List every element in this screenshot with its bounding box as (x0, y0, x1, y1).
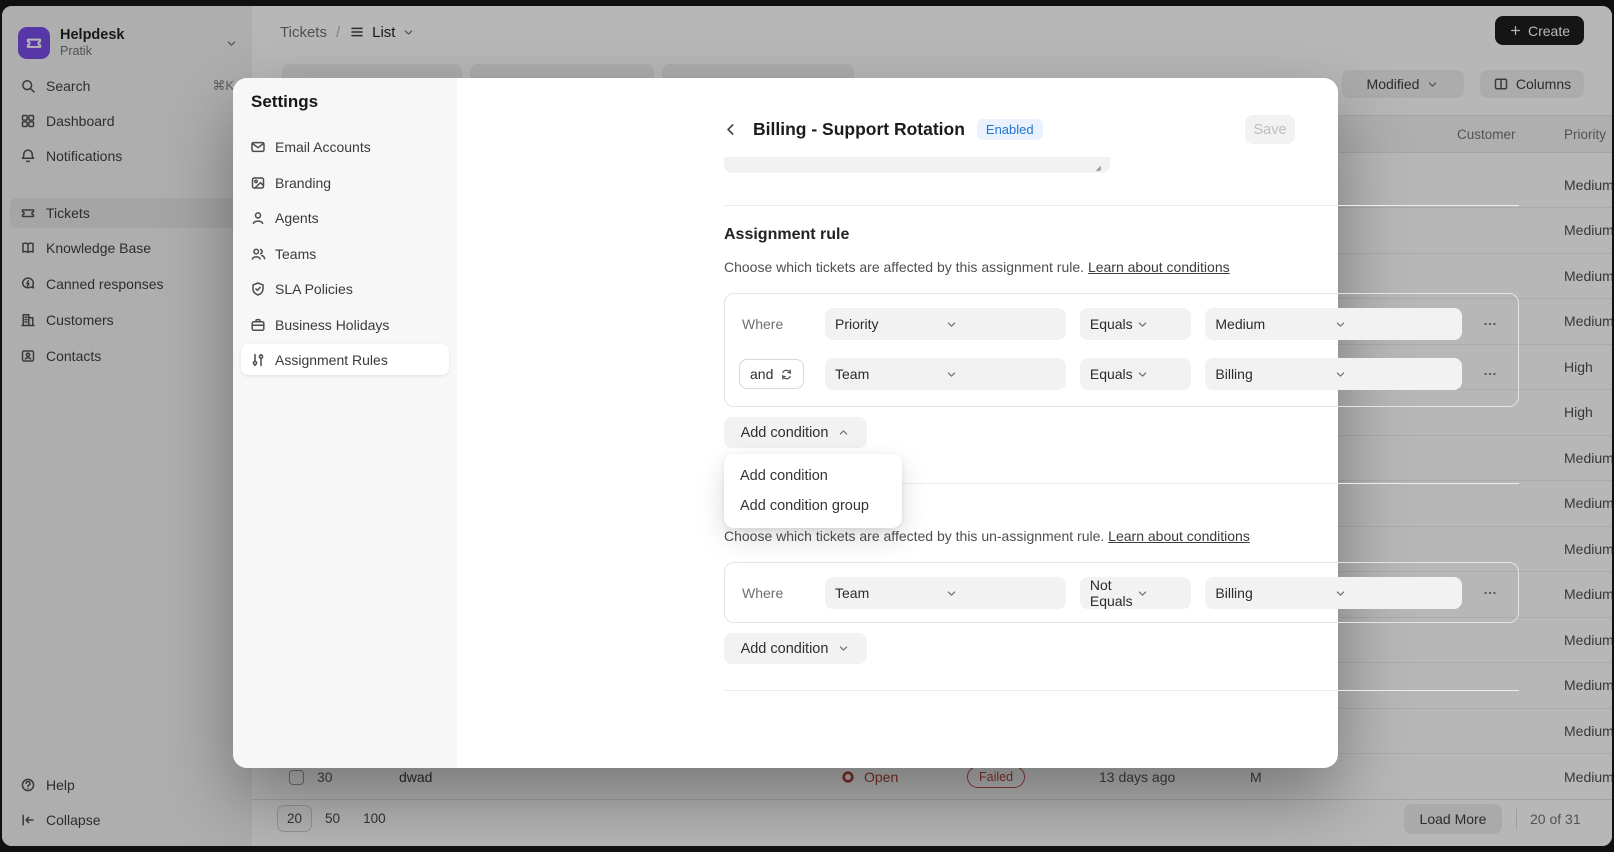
assignment-rules-icon (250, 352, 266, 368)
resize-handle-icon[interactable] (1090, 160, 1103, 173)
settings-nav-sla-policies[interactable]: SLA Policies (241, 273, 449, 304)
learn-about-conditions-link[interactable]: Learn about conditions (1088, 259, 1230, 275)
conjunction-label: and (750, 366, 773, 382)
value-select[interactable]: Billing (1205, 358, 1462, 390)
chevron-down-icon (1334, 587, 1452, 600)
value-select[interactable]: Billing (1205, 577, 1462, 609)
chevron-down-icon (1334, 368, 1452, 381)
chevron-down-icon (1334, 318, 1452, 331)
settings-modal: Settings Email Accounts Branding Agents … (233, 78, 1338, 768)
chevron-left-icon (721, 120, 740, 139)
chevron-down-icon (1136, 587, 1182, 600)
settings-nav-branding[interactable]: Branding (241, 167, 449, 198)
settings-nav-label: Branding (275, 175, 331, 191)
settings-nav-label: Email Accounts (275, 139, 371, 155)
field-select[interactable]: Priority (825, 308, 1066, 340)
operator-select[interactable]: Equals (1080, 308, 1192, 340)
add-condition-button[interactable]: Add condition (724, 417, 867, 448)
settings-nav-panel: Settings Email Accounts Branding Agents … (233, 78, 457, 768)
dots-h-icon (1482, 316, 1498, 332)
chevron-down-icon (945, 587, 1055, 600)
screen: Helpdesk Pratik Search ⌘K Dashboard Noti… (0, 0, 1614, 852)
image-icon (250, 175, 266, 191)
chevron-down-icon (945, 318, 1055, 331)
condition-row: and Team Equals Billing (739, 358, 1504, 390)
condition-lead: Where (739, 316, 811, 332)
section-divider (724, 690, 1519, 691)
field-select[interactable]: Team (825, 577, 1066, 609)
dots-h-icon (1482, 366, 1498, 382)
operator-select[interactable]: Equals (1080, 358, 1192, 390)
condition-row: Where Team Not Equals Billing (739, 577, 1504, 609)
value-select[interactable]: Medium (1205, 308, 1462, 340)
dropdown-item-add-condition-group[interactable]: Add condition group (731, 491, 895, 521)
chevron-down-icon (1136, 368, 1182, 381)
condition-more-button[interactable] (1476, 310, 1504, 338)
condition-more-button[interactable] (1476, 360, 1504, 388)
section-divider (724, 205, 1519, 206)
description-textarea[interactable] (724, 157, 1110, 173)
assignment-rule-detail: Billing - Support Rotation Enabled Save … (457, 78, 1338, 768)
condition-lead: Where (739, 585, 811, 601)
settings-nav-business-holidays[interactable]: Business Holidays (241, 309, 449, 340)
enabled-badge: Enabled (977, 119, 1043, 140)
users-icon (250, 246, 266, 262)
condition-lead: and (739, 359, 811, 389)
settings-nav-label: Assignment Rules (275, 352, 388, 368)
repeat-icon (780, 368, 793, 381)
description-text: Choose which tickets are affected by thi… (724, 259, 1084, 275)
learn-about-conditions-link[interactable]: Learn about conditions (1108, 528, 1250, 544)
user-icon (250, 210, 266, 226)
settings-nav-teams[interactable]: Teams (241, 238, 449, 269)
settings-nav-agents[interactable]: Agents (241, 202, 449, 233)
detail-header: Billing - Support Rotation Enabled (719, 114, 1043, 144)
assignment-rule-heading: Assignment rule (724, 226, 849, 244)
settings-nav-label: Teams (275, 246, 316, 262)
unassignment-rule-description: Choose which tickets are affected by thi… (724, 528, 1250, 544)
operator-select[interactable]: Not Equals (1080, 577, 1192, 609)
unassignment-conditions-box: Where Team Not Equals Billing (724, 562, 1519, 623)
condition-lead-label: Where (739, 316, 783, 332)
assignment-rule-description: Choose which tickets are affected by thi… (724, 259, 1230, 275)
condition-row: Where Priority Equals Medium (739, 308, 1504, 340)
app-window: Helpdesk Pratik Search ⌘K Dashboard Noti… (2, 6, 1612, 846)
dots-h-icon (1482, 585, 1498, 601)
chevron-down-icon (945, 368, 1055, 381)
settings-nav-label: SLA Policies (275, 281, 353, 297)
chevron-down-icon (837, 642, 850, 655)
settings-nav-label: Agents (275, 210, 319, 226)
settings-title: Settings (251, 92, 318, 112)
briefcase-icon (250, 317, 266, 333)
assignment-conditions-box: Where Priority Equals Medium and Team Eq… (724, 293, 1519, 407)
add-condition-label: Add condition (741, 641, 829, 657)
rule-title: Billing - Support Rotation (753, 119, 965, 140)
condition-more-button[interactable] (1476, 579, 1504, 607)
conjunction-toggle[interactable]: and (739, 359, 804, 389)
condition-lead-label: Where (739, 585, 783, 601)
shield-check-icon (250, 281, 266, 297)
chevron-up-icon (837, 426, 850, 439)
description-text: Choose which tickets are affected by thi… (724, 528, 1104, 544)
add-condition-label: Add condition (741, 425, 829, 441)
settings-nav-email-accounts[interactable]: Email Accounts (241, 131, 449, 162)
settings-nav-assignment-rules[interactable]: Assignment Rules (241, 344, 449, 375)
settings-nav-label: Business Holidays (275, 317, 389, 333)
save-button[interactable]: Save (1245, 115, 1295, 144)
mail-icon (250, 139, 266, 155)
field-select[interactable]: Team (825, 358, 1066, 390)
dropdown-item-add-condition[interactable]: Add condition (731, 461, 895, 491)
add-condition-dropdown: Add conditionAdd condition group (724, 454, 902, 528)
add-condition-button[interactable]: Add condition (724, 633, 867, 664)
back-button[interactable] (719, 118, 741, 140)
chevron-down-icon (1136, 318, 1182, 331)
